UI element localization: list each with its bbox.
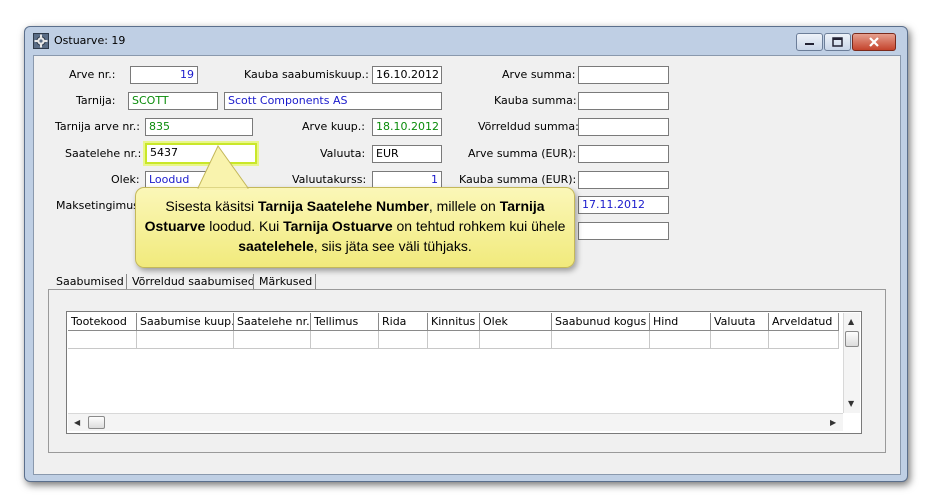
horizontal-scrollbar[interactable]: ◀ ▶ xyxy=(68,413,843,431)
maximize-icon xyxy=(832,37,843,47)
arve-kuup-label: Arve kuup.: xyxy=(302,120,365,133)
callout-bold-text: saatelehele xyxy=(238,238,314,254)
arve-summa-field[interactable] xyxy=(578,66,669,84)
tarnija-arve-nr-label: Tarnija arve nr.: xyxy=(55,120,141,133)
callout-text-part: , millele on xyxy=(428,198,500,214)
kauba-summa-eur-label: Kauba summa (EUR): xyxy=(459,173,577,186)
olek-label: Olek: xyxy=(111,173,140,186)
grid-cell[interactable] xyxy=(552,331,650,349)
tab-separator xyxy=(315,274,316,290)
kauba-summa-label: Kauba summa: xyxy=(494,94,577,107)
grid-column-header[interactable]: Rida xyxy=(379,313,428,331)
grid-column-header[interactable]: Olek xyxy=(480,313,552,331)
callout-text: Sisesta käsitsi Tarnija Saatelehe Number… xyxy=(144,196,566,256)
scroll-up-icon[interactable]: ▲ xyxy=(848,317,854,326)
grid-column-header[interactable]: Saabumise kuup. xyxy=(137,313,234,331)
arve-nr-field[interactable]: 19 xyxy=(130,66,198,84)
grid-cell[interactable] xyxy=(234,331,311,349)
valuuta-label: Valuuta: xyxy=(320,147,366,160)
tarnija-label: Tarnija: xyxy=(76,94,116,107)
callout-text-part: , siis jäta see väli tühjaks. xyxy=(313,238,472,254)
grid-cell[interactable] xyxy=(68,331,137,349)
minimize-button[interactable] xyxy=(796,33,823,51)
scroll-right-icon[interactable]: ▶ xyxy=(830,418,836,427)
scroll-left-icon[interactable]: ◀ xyxy=(74,418,80,427)
vorreldud-summa-field[interactable] xyxy=(578,118,669,136)
grid-column-header[interactable]: Saatelehe nr. xyxy=(234,313,311,331)
grid-cell[interactable] xyxy=(711,331,769,349)
maksetingimus-label: Maksetingimus xyxy=(56,199,139,212)
close-icon xyxy=(869,37,879,47)
grid-cell[interactable] xyxy=(379,331,428,349)
arve-summa-eur-label: Arve summa (EUR): xyxy=(468,147,577,160)
arve-summa-label: Arve summa: xyxy=(502,68,576,81)
arve-summa-eur-field[interactable] xyxy=(578,145,669,163)
scroll-down-icon[interactable]: ▼ xyxy=(848,399,854,408)
vertical-scrollbar[interactable]: ▲ ▼ xyxy=(843,313,860,413)
grid-cell[interactable] xyxy=(137,331,234,349)
grid-column-header[interactable]: Saabunud kogus xyxy=(552,313,650,331)
vorreldud-summa-label: Võrreldud summa: xyxy=(478,120,579,133)
callout-text-part: on tehtud rohkem kui ühele xyxy=(392,218,566,234)
tab-separator xyxy=(126,274,127,290)
valuuta-field[interactable]: EUR xyxy=(372,145,442,163)
arve-nr-label: Arve nr.: xyxy=(69,68,116,81)
grid-column-header[interactable]: Tootekood xyxy=(68,313,137,331)
maximize-button[interactable] xyxy=(824,33,851,51)
grid-column-header[interactable]: Tellimus xyxy=(311,313,379,331)
kauba-saabumiskuup-label: Kauba saabumiskuup.: xyxy=(244,68,369,81)
grid-column-header[interactable]: Kinnitus xyxy=(428,313,480,331)
grid-cell[interactable] xyxy=(428,331,480,349)
kauba-summa-eur-field[interactable] xyxy=(578,171,669,189)
kauba-saabumiskuup-field[interactable]: 16.10.2012 xyxy=(372,66,442,84)
tarnija-code-field[interactable]: SCOTT xyxy=(128,92,218,110)
gear-grid-icon xyxy=(33,33,49,49)
grid-cell[interactable] xyxy=(650,331,711,349)
window-title: Ostuarve: 19 xyxy=(54,34,126,47)
grid-column-header[interactable]: Arveldatud xyxy=(769,313,839,331)
saatelehe-nr-label: Saatelehe nr.: xyxy=(65,147,142,160)
scroll-thumb-horizontal[interactable] xyxy=(88,416,105,429)
grid-column-header[interactable]: Valuuta xyxy=(711,313,769,331)
title-bar[interactable]: Ostuarve: 19 xyxy=(25,27,907,55)
arrivals-grid[interactable]: Tootekood Saabumise kuup. Saatelehe nr. Tel… xyxy=(66,311,862,434)
grid-cell[interactable] xyxy=(769,331,839,349)
scroll-thumb[interactable] xyxy=(845,331,859,347)
valuutakurss-label: Valuutakurss: xyxy=(292,173,367,186)
callout-bold-text: Tarnija Saatelehe Number xyxy=(257,198,429,214)
callout-bold-text: Tarnija Ostuarve xyxy=(283,218,393,234)
close-button[interactable] xyxy=(852,33,896,51)
grid-cell[interactable] xyxy=(311,331,379,349)
tahtaeg-field[interactable]: 17.11.2012 xyxy=(578,196,669,214)
tarnija-arve-nr-field[interactable]: 835 xyxy=(145,118,253,136)
grid-column-header[interactable]: Hind xyxy=(650,313,711,331)
callout-text-part: Sisesta käsitsi xyxy=(165,198,258,214)
callout-text-part: loodud. Kui xyxy=(205,218,284,234)
arve-kuup-field[interactable]: 18.10.2012 xyxy=(372,118,442,136)
tab-separator xyxy=(253,274,254,290)
tarnija-name-field[interactable]: Scott Components AS xyxy=(224,92,442,110)
help-callout: Sisesta käsitsi Tarnija Saatelehe Number… xyxy=(135,145,575,268)
minimize-icon xyxy=(805,43,814,45)
kauba-summa-field[interactable] xyxy=(578,92,669,110)
saatelehe-nr-field[interactable]: 5437 xyxy=(145,143,257,164)
grid-cell[interactable] xyxy=(480,331,552,349)
extra-field[interactable] xyxy=(578,222,669,240)
